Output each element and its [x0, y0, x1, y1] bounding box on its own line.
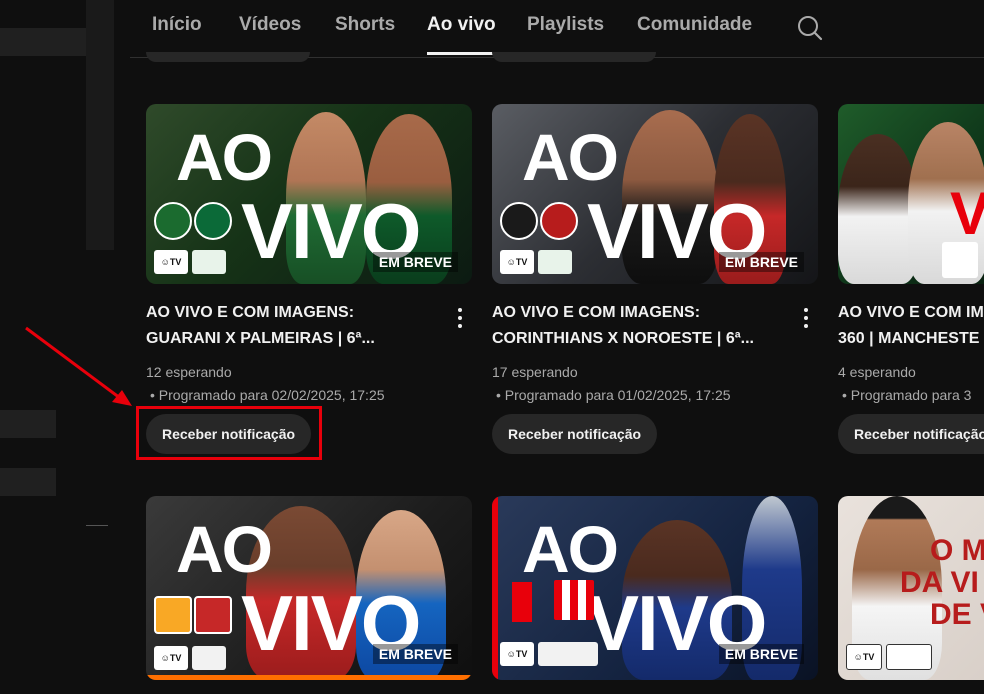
video-thumbnail[interactable]: O M DA VI DE V ☺TV — [838, 496, 984, 680]
papo10-logo-icon — [886, 644, 932, 670]
sponsor-badges: ☺TV — [500, 250, 572, 274]
scheduled-date: • Programado para 3 — [842, 387, 972, 403]
video-thumbnail[interactable]: AO VIVO ☺TV EM BREVE — [492, 496, 818, 680]
tab-playlists[interactable]: Playlists — [527, 14, 604, 36]
thumbnail-headline: DA VI — [900, 566, 979, 599]
more-vert-icon[interactable] — [798, 306, 814, 330]
video-title[interactable]: AO VIVO E COM IMAGENS: CORINTHIANS X NOR… — [492, 300, 792, 352]
team-crest-icon — [194, 596, 232, 634]
tab-comunidade[interactable]: Comunidade — [637, 14, 752, 36]
video-title[interactable]: AO VIVO E COM IM 360 | MANCHESTE — [838, 300, 984, 352]
video-title-line: GUARANI X PALMEIRAS | 6ª... — [146, 330, 375, 347]
search-icon[interactable] — [796, 14, 824, 42]
tab-inicio[interactable]: Início — [152, 14, 202, 36]
player-figure — [838, 134, 918, 284]
waiting-count: 4 esperando — [838, 364, 916, 380]
cazetv-logo-icon: ☺TV — [154, 646, 188, 670]
tab-videos[interactable]: Vídeos — [239, 14, 301, 36]
scheduled-date: • Programado para 01/02/2025, 17:25 — [496, 387, 731, 403]
thumbnail-ao-text: AO — [176, 120, 273, 194]
team-crest-icon — [500, 202, 538, 240]
thumbnail-ao-text: AO — [176, 512, 273, 586]
sponsor-logo-icon — [192, 250, 226, 274]
sponsor-badges: ☺TV — [154, 646, 226, 670]
tab-ao-vivo[interactable]: Ao vivo — [427, 14, 496, 36]
thumbnail-ao-text: AO — [522, 120, 619, 194]
sponsor-badges: ☺TV — [154, 250, 226, 274]
video-thumbnail[interactable]: AO VIVO ☺TV EM BREVE — [146, 104, 472, 284]
video-title-line: 360 | MANCHESTE — [838, 330, 980, 347]
more-vert-icon[interactable] — [452, 306, 468, 330]
video-title-line: CORINTHIANS X NOROESTE | 6ª... — [492, 330, 754, 347]
blurred-block — [0, 28, 86, 56]
video-title-line: AO VIVO E COM IM — [838, 304, 984, 321]
video-thumbnail[interactable]: AO VIVO ☺TV EM BREVE — [146, 496, 472, 680]
highlight-box-annotation — [136, 406, 322, 460]
team-crest-icon — [154, 202, 192, 240]
accent-bar — [146, 675, 472, 680]
thumbnail-headline: O M — [930, 534, 984, 567]
sponsor-logo-icon — [538, 250, 572, 274]
tab-shorts[interactable]: Shorts — [335, 14, 395, 36]
blurred-block — [0, 468, 56, 496]
cazetv-logo-icon: ☺TV — [500, 642, 534, 666]
sponsor-badges: ☺TV — [846, 644, 932, 670]
sponsor-badges: ☺TV — [500, 642, 598, 666]
video-thumbnail[interactable]: VI — [838, 104, 984, 284]
thumbnail-vivo-text: VI — [950, 180, 984, 247]
video-title-line: AO VIVO E COM IMAGENS: — [146, 304, 355, 321]
waiting-count: 12 esperando — [146, 364, 232, 380]
cazetv-logo-icon: ☺TV — [500, 250, 534, 274]
notify-button[interactable]: Receber notificação — [492, 414, 658, 454]
waiting-count: 17 esperando — [492, 364, 578, 380]
flag-stripe — [512, 582, 532, 622]
chip-remnant — [492, 52, 656, 62]
chip-remnant — [146, 52, 310, 62]
scheduled-date: • Programado para 02/02/2025, 17:25 — [150, 387, 385, 403]
cazetv-logo-icon: ☺TV — [846, 644, 882, 670]
thumbnail-em-breve-tag: EM BREVE — [372, 252, 458, 272]
red-arrow-annotation — [25, 326, 132, 406]
blurred-line — [86, 525, 108, 526]
video-thumbnail[interactable]: AO VIVO ☺TV EM BREVE — [492, 104, 818, 284]
conference-league-logo-icon — [942, 242, 978, 278]
cazetv-logo-icon: ☺TV — [154, 250, 188, 274]
accent-bar — [492, 496, 498, 680]
blurred-block — [86, 0, 114, 250]
notify-button[interactable]: Receber notificação — [838, 414, 984, 454]
europa-league-logo-icon — [192, 646, 226, 670]
sponsor-logo-icon — [538, 642, 598, 666]
team-crest-icon — [194, 202, 232, 240]
blurred-block — [0, 410, 56, 438]
thumbnail-em-breve-tag: EM BREVE — [372, 644, 458, 664]
active-tab-indicator — [427, 52, 497, 55]
video-title-line: AO VIVO E COM IMAGENS: — [492, 304, 701, 321]
team-crest-icon — [154, 596, 192, 634]
thumbnail-headline: DE V — [930, 598, 984, 631]
team-crest-icon — [540, 202, 578, 240]
croatia-crest-icon — [554, 580, 594, 620]
thumbnail-em-breve-tag: EM BREVE — [718, 252, 804, 272]
video-title[interactable]: AO VIVO E COM IMAGENS: GUARANI X PALMEIR… — [146, 300, 446, 352]
thumbnail-em-breve-tag: EM BREVE — [718, 644, 804, 664]
thumbnail-ao-text: AO — [522, 512, 619, 586]
